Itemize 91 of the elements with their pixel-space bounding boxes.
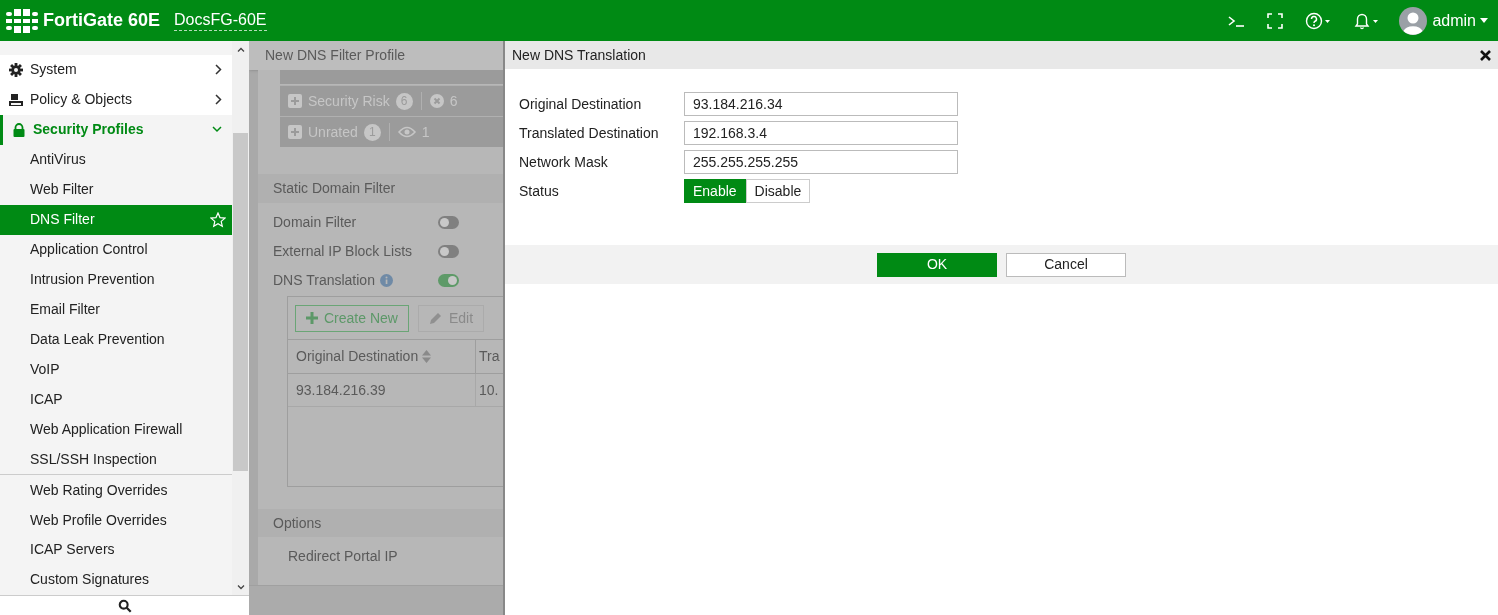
sidebar-subitem[interactable]: Web Rating Overrides bbox=[0, 475, 232, 506]
plus-icon bbox=[306, 312, 318, 324]
cancel-button[interactable]: Cancel bbox=[1006, 252, 1126, 277]
toggle-label: External IP Block Lists bbox=[273, 242, 413, 261]
status-option[interactable]: Disable bbox=[745, 179, 811, 203]
toggle-label: Domain Filter bbox=[273, 213, 357, 232]
sidebar-label: Web Application Firewall bbox=[30, 419, 184, 439]
ok-button[interactable]: OK bbox=[877, 252, 997, 277]
sidebar-subitem[interactable]: DNS Filter bbox=[0, 204, 232, 235]
sort-icon bbox=[422, 350, 432, 363]
dialog-title: New DNS Translation bbox=[512, 45, 647, 65]
close-icon[interactable] bbox=[1480, 49, 1491, 61]
text-field[interactable]: 192.168.3.4 bbox=[684, 121, 958, 145]
sidebar-label: AntiVirus bbox=[30, 150, 87, 170]
sidebar-label: Email Filter bbox=[30, 299, 101, 319]
sidebar-label: ICAP Servers bbox=[30, 540, 116, 560]
table-cell-text: 10. bbox=[478, 380, 500, 400]
chevron-down-icon bbox=[212, 126, 222, 134]
panel-title: New DNS Filter Profile bbox=[249, 41, 503, 70]
table-cell: 93.184.216.39 bbox=[288, 374, 476, 406]
help-menu-icon bbox=[1305, 11, 1332, 30]
sidebar-subitem[interactable]: VoIP bbox=[0, 354, 232, 385]
sidebar-label: DNS Filter bbox=[30, 210, 96, 230]
sidebar-label: ICAP bbox=[30, 389, 64, 409]
sidebar-label: Intrusion Prevention bbox=[30, 270, 156, 290]
section-header: Options bbox=[258, 509, 503, 537]
toggle-switch[interactable] bbox=[438, 216, 459, 229]
sidebar-item[interactable]: System bbox=[0, 55, 232, 85]
expand-icon bbox=[288, 125, 302, 139]
terminal-icon bbox=[1227, 13, 1246, 28]
field-label: Translated Destination bbox=[519, 123, 660, 143]
star-icon bbox=[210, 211, 226, 228]
sidebar-label: Custom Signatures bbox=[30, 570, 151, 590]
sidebar-subitem[interactable]: ICAP bbox=[0, 384, 232, 415]
document-icon bbox=[9, 92, 23, 107]
sidebar-label: Web Filter bbox=[30, 180, 95, 200]
sidebar-label: System bbox=[30, 60, 78, 80]
text-field[interactable]: 93.184.216.34 bbox=[684, 92, 958, 116]
sidebar-label: SSL/SSH Inspection bbox=[30, 449, 158, 469]
logo-icon bbox=[6, 8, 38, 33]
status-option[interactable]: Enable bbox=[684, 179, 746, 203]
sidebar-subitem[interactable]: Web Profile Overrides bbox=[0, 505, 232, 535]
lock-icon bbox=[12, 122, 26, 137]
toggle-label: DNS Translation bbox=[273, 271, 375, 290]
expand-icon bbox=[288, 94, 302, 108]
sidebar-subitem[interactable]: Email Filter bbox=[0, 294, 232, 325]
search-icon bbox=[117, 598, 132, 613]
field-label: Original Destination bbox=[519, 94, 643, 114]
product-name: FortiGate 60E bbox=[43, 9, 161, 32]
toggle-switch[interactable] bbox=[438, 245, 459, 258]
avatar-icon bbox=[1399, 6, 1428, 35]
field-label: Status bbox=[519, 181, 560, 201]
hostname-link[interactable]: DocsFG-60E bbox=[174, 10, 267, 31]
sidebar-subitem[interactable]: Web Application Firewall bbox=[0, 414, 232, 445]
sidebar-subitem[interactable]: Custom Signatures bbox=[0, 564, 232, 595]
sidebar-label: VoIP bbox=[30, 359, 61, 379]
scroll-down-icon[interactable] bbox=[236, 585, 245, 590]
user-menu-button[interactable]: admin bbox=[1432, 8, 1488, 33]
sidebar-label: Policy & Objects bbox=[30, 90, 133, 110]
section-header: Static Domain Filter bbox=[258, 174, 503, 203]
sidebar-label: Web Profile Overrides bbox=[30, 510, 168, 530]
sidebar-subitem[interactable]: ICAP Servers bbox=[0, 535, 232, 565]
sidebar-subitem[interactable]: Application Control bbox=[0, 234, 232, 265]
search-button[interactable] bbox=[0, 595, 249, 615]
sidebar-label: Web Rating Overrides bbox=[30, 480, 169, 500]
eye-icon bbox=[397, 126, 416, 138]
scrollbar-thumb[interactable] bbox=[233, 133, 248, 471]
sidebar-subitem[interactable]: Data Leak Prevention bbox=[0, 324, 232, 355]
field-label: Network Mask bbox=[519, 152, 609, 172]
scroll-up-icon[interactable] bbox=[236, 47, 245, 52]
bell-menu-icon bbox=[1353, 11, 1380, 30]
toggle-switch[interactable] bbox=[438, 274, 459, 287]
chevron-right-icon bbox=[215, 64, 222, 76]
sidebar-label: Application Control bbox=[30, 240, 149, 260]
text-field[interactable]: 255.255.255.255 bbox=[684, 150, 958, 174]
pencil-icon bbox=[428, 311, 443, 325]
sidebar-subitem[interactable]: Web Filter bbox=[0, 174, 232, 205]
fullscreen-icon bbox=[1267, 12, 1284, 29]
sidebar-subitem[interactable]: SSL/SSH Inspection bbox=[0, 444, 232, 475]
sidebar-label: Security Profiles bbox=[33, 120, 145, 140]
caret-icon bbox=[1480, 18, 1488, 23]
scrollbar[interactable] bbox=[232, 41, 249, 595]
chevron-right-icon bbox=[215, 94, 222, 106]
gear-icon bbox=[9, 62, 23, 77]
sidebar-subitem[interactable]: AntiVirus bbox=[0, 144, 232, 175]
sidebar-subitem[interactable]: Intrusion Prevention bbox=[0, 264, 232, 295]
column-header[interactable]: Original Destination bbox=[288, 340, 476, 373]
block-icon bbox=[429, 94, 444, 108]
sidebar-label: Data Leak Prevention bbox=[30, 329, 166, 349]
sidebar-item[interactable]: Policy & Objects bbox=[0, 84, 232, 115]
option-label: Redirect Portal IP bbox=[287, 546, 399, 566]
